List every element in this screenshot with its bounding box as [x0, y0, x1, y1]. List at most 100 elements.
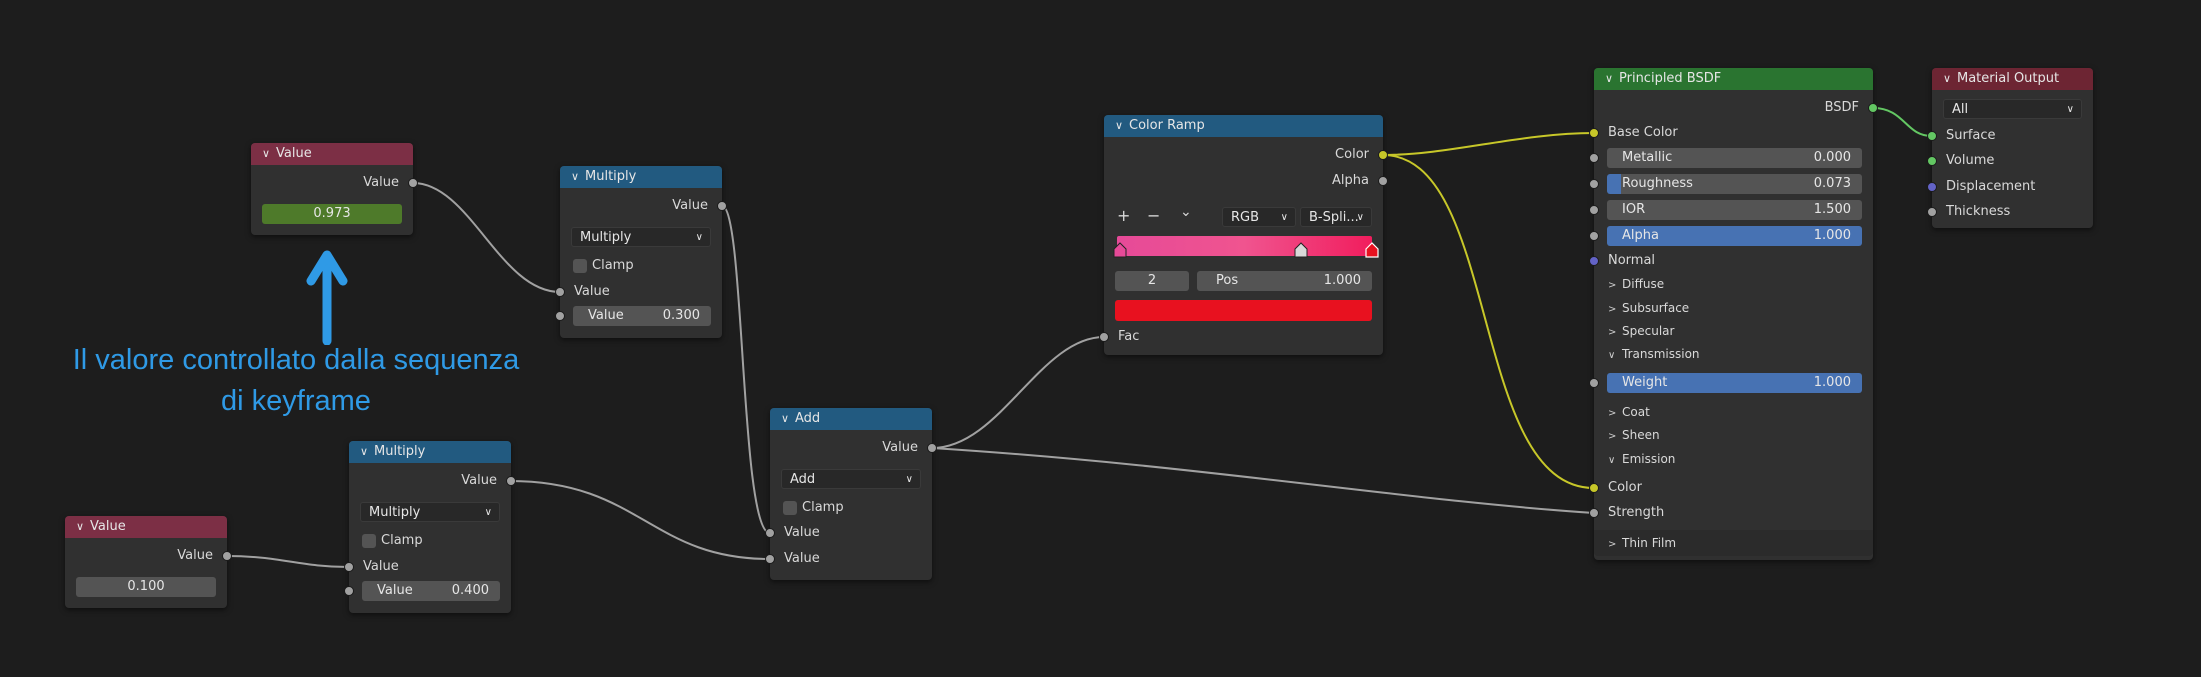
operation-dropdown[interactable]: Multiply ∨ [571, 227, 711, 247]
input-socket[interactable] [1589, 256, 1599, 266]
node-header[interactable]: ∨ Multiply [349, 441, 511, 463]
clamp-row[interactable]: Clamp [770, 497, 932, 519]
input-socket[interactable] [555, 311, 565, 321]
input-socket[interactable] [1927, 182, 1937, 192]
node-header[interactable]: ∨ Color Ramp [1104, 115, 1383, 137]
input-socket[interactable] [1589, 205, 1599, 215]
value-field[interactable]: 0.973 [262, 204, 402, 224]
operation-dropdown[interactable]: Multiply ∨ [360, 502, 500, 522]
input-socket[interactable] [765, 554, 775, 564]
value-field[interactable]: Value 0.400 [362, 581, 500, 601]
stop-position-field[interactable]: Pos 1.000 [1197, 271, 1372, 291]
principled-bsdf-node[interactable]: ∨ Principled BSDF BSDF Base Color Metalli… [1589, 68, 1878, 560]
input-socket[interactable] [555, 287, 565, 297]
remove-stop-button[interactable]: − [1147, 206, 1160, 225]
roughness-field[interactable]: Roughness 0.073 [1607, 174, 1862, 194]
checkbox-label: Clamp [381, 533, 423, 548]
node-header[interactable]: ∨ Value [251, 143, 413, 165]
node-header[interactable]: ∨ Principled BSDF [1594, 68, 1873, 90]
panel-sheen[interactable]: > Sheen [1594, 424, 1873, 446]
panel-transmission[interactable]: ∨ Transmission [1594, 343, 1873, 365]
socket-label: Value [363, 559, 399, 574]
chevron-down-icon: ∨ [484, 507, 492, 518]
output-socket[interactable] [506, 476, 516, 486]
input-socket[interactable] [344, 562, 354, 572]
collapse-chevron-icon[interactable]: ∨ [1115, 115, 1129, 137]
multiply-node-top[interactable]: ∨ Multiply Value Multiply ∨ Clamp Value Va… [555, 166, 727, 338]
stop-index-field[interactable]: 2 [1115, 271, 1189, 291]
value-field[interactable]: 0.100 [76, 577, 216, 597]
interpolation-dropdown[interactable]: B-Spli... ∨ [1300, 207, 1372, 227]
collapse-chevron-icon[interactable]: ∨ [781, 408, 795, 430]
panel-thin-film[interactable]: > Thin Film [1594, 530, 1873, 556]
collapse-chevron-icon[interactable]: ∨ [76, 516, 90, 538]
value-node-bottom[interactable]: ∨ Value Value 0.100 [65, 516, 232, 608]
material-output-node[interactable]: ∨ Material Output All ∨ Surface Volume Dis… [1927, 68, 2093, 228]
socket-label: Base Color [1608, 125, 1678, 140]
panel-subsurface[interactable]: > Subsurface [1594, 297, 1873, 319]
output-socket[interactable] [1378, 150, 1388, 160]
collapse-chevron-icon[interactable]: ∨ [1605, 68, 1619, 90]
collapse-chevron-icon[interactable]: ∨ [262, 143, 276, 165]
input-socket[interactable] [1589, 508, 1599, 518]
panel-coat[interactable]: > Coat [1594, 401, 1873, 423]
target-dropdown[interactable]: All ∨ [1943, 99, 2082, 119]
output-socket[interactable] [927, 443, 937, 453]
input-thickness: Thickness [1927, 201, 2093, 223]
clamp-checkbox[interactable] [573, 259, 587, 273]
panel-label: Diffuse [1622, 277, 1665, 291]
node-header[interactable]: ∨ Material Output [1932, 68, 2093, 90]
node-header[interactable]: ∨ Value [65, 516, 227, 538]
metallic-field[interactable]: Metallic 0.000 [1607, 148, 1862, 168]
field-value: 0.073 [1813, 176, 1851, 191]
collapse-chevron-icon[interactable]: ∨ [360, 441, 374, 463]
color-ramp-node[interactable]: ∨ Color Ramp Color Alpha + − ⌄ RGB ∨ B-Spl… [1099, 115, 1388, 355]
add-node[interactable]: ∨ Add Value Add ∨ Clamp Value Value [765, 408, 937, 580]
output-socket[interactable] [1868, 103, 1878, 113]
input-socket[interactable] [1927, 131, 1937, 141]
clamp-row[interactable]: Clamp [349, 530, 511, 552]
ramp-menu-chevron-icon[interactable]: ⌄ [1180, 204, 1192, 220]
output-socket[interactable] [717, 201, 727, 211]
stop-color-swatch[interactable] [1115, 300, 1372, 321]
node-header[interactable]: ∨ Add [770, 408, 932, 430]
value-field[interactable]: Value 0.300 [573, 306, 711, 326]
panel-specular[interactable]: > Specular [1594, 320, 1873, 342]
clamp-checkbox[interactable] [783, 501, 797, 515]
ramp-stop-markers[interactable] [1113, 239, 1379, 259]
weight-field[interactable]: Weight 1.000 [1607, 373, 1862, 393]
panel-label: Subsurface [1622, 301, 1690, 315]
input-socket[interactable] [1099, 332, 1109, 342]
input-socket[interactable] [765, 528, 775, 538]
panel-emission[interactable]: ∨ Emission [1594, 448, 1873, 470]
clamp-checkbox[interactable] [362, 534, 376, 548]
collapse-chevron-icon[interactable]: ∨ [1943, 68, 1957, 90]
collapse-chevron-icon[interactable]: ∨ [571, 166, 585, 188]
ior-field[interactable]: IOR 1.500 [1607, 200, 1862, 220]
alpha-field[interactable]: Alpha 1.000 [1607, 226, 1862, 246]
color-mode-dropdown[interactable]: RGB ∨ [1222, 207, 1296, 227]
output-socket[interactable] [222, 551, 232, 561]
add-stop-button[interactable]: + [1117, 206, 1130, 225]
input-socket[interactable] [1589, 128, 1599, 138]
input-socket[interactable] [1589, 231, 1599, 241]
value-node-top[interactable]: ∨ Value Value 0.973 [251, 143, 418, 235]
node-title: Add [795, 411, 821, 426]
input-socket[interactable] [1589, 483, 1599, 493]
output-socket[interactable] [408, 178, 418, 188]
clamp-row[interactable]: Clamp [560, 255, 722, 277]
chevron-down-icon: ∨ [1608, 455, 1616, 466]
node-header[interactable]: ∨ Multiply [560, 166, 722, 188]
output-socket[interactable] [1378, 176, 1388, 186]
input-socket[interactable] [1589, 179, 1599, 189]
input-value: Value [555, 281, 722, 303]
operation-dropdown[interactable]: Add ∨ [781, 469, 921, 489]
input-socket[interactable] [1589, 378, 1599, 388]
multiply-node-bottom[interactable]: ∨ Multiply Value Multiply ∨ Clamp Value Va… [344, 441, 516, 613]
output-bsdf: BSDF [1594, 97, 1878, 119]
input-socket[interactable] [1927, 156, 1937, 166]
input-socket[interactable] [1589, 153, 1599, 163]
panel-diffuse[interactable]: > Diffuse [1594, 273, 1873, 295]
input-socket[interactable] [344, 586, 354, 596]
input-socket[interactable] [1927, 207, 1937, 217]
